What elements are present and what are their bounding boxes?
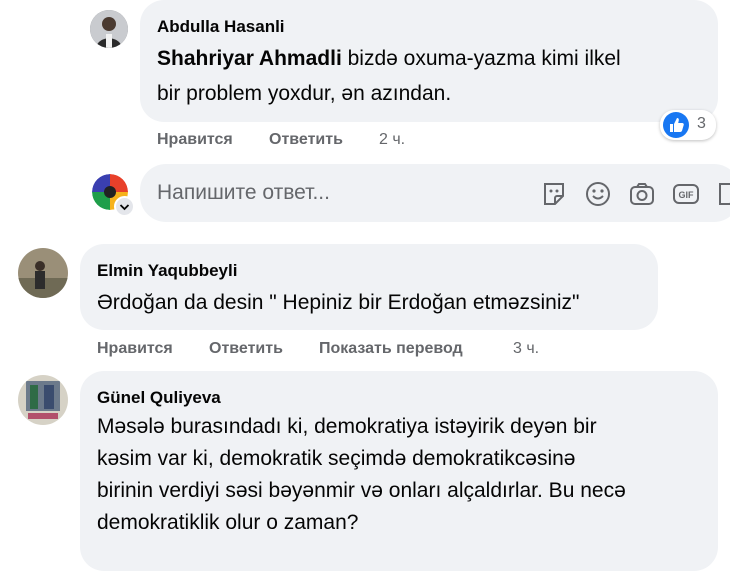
thumbs-up-icon (663, 112, 689, 138)
like-link[interactable]: Нравится (157, 131, 233, 149)
sticker-icon[interactable] (540, 180, 568, 208)
comment-text: Shahriyar Ahmadli bizdə oxuma-yazma kimi… (157, 41, 717, 111)
comment-text: Ərdoğan da desin " Hepiniz bir Erdoğan e… (97, 291, 580, 314)
reply-link[interactable]: Ответить (209, 340, 283, 358)
comment-text-line: bir problem yoxdur, ən azından. (157, 82, 452, 105)
account-switch-chevron-icon[interactable] (114, 196, 135, 217)
person-photo-icon (90, 10, 128, 48)
reply-link[interactable]: Ответить (269, 131, 343, 149)
like-link[interactable]: Нравится (97, 340, 173, 358)
reaction-count: 3 (697, 115, 706, 132)
translate-link[interactable]: Показать перевод (319, 340, 463, 358)
comment-text: Məsələ burasındadı ki, demokratiya istəy… (97, 411, 717, 539)
comment-text-line: birinin verdiyi səsi bəyənmir və onları … (97, 479, 626, 502)
comment-text-line: demokratiklik olur o zaman? (97, 511, 359, 534)
svg-text:GIF: GIF (679, 190, 695, 200)
avatar-abdulla-hasanli[interactable] (90, 10, 128, 48)
comment-text-line: Məsələ burasındadı ki, demokratiya istəy… (97, 415, 597, 438)
comment-text-line: kəsim var ki, demokratik seçimdə demokra… (97, 447, 576, 470)
comment-author[interactable]: Günel Quliyeva (97, 388, 221, 408)
avatar-gunel-quliyeva[interactable] (18, 375, 68, 425)
mention-link[interactable]: Shahriyar Ahmadli (157, 47, 342, 70)
comment-actions: Нравится Ответить Показать перевод 3 ч. (97, 340, 597, 360)
camera-icon[interactable] (628, 180, 656, 208)
timestamp[interactable]: 2 ч. (379, 131, 405, 149)
comment-author[interactable]: Abdulla Hasanli (157, 17, 285, 37)
comment-actions: Нравится Ответить 2 ч. (157, 131, 457, 151)
reaction-count-badge[interactable]: 3 (660, 110, 716, 140)
person-photo-icon (18, 375, 68, 425)
avatar-elmin-yaqubbeyli[interactable] (18, 248, 68, 298)
reply-placeholder: Напишите ответ... (157, 181, 330, 204)
comment-text-line: bizdə oxuma-yazma kimi ilkel (341, 47, 621, 70)
timestamp[interactable]: 3 ч. (513, 340, 539, 358)
gif-icon[interactable]: GIF (672, 180, 700, 208)
person-photo-icon (18, 248, 68, 298)
sticker-smile-icon[interactable] (716, 180, 730, 208)
emoji-icon[interactable] (584, 180, 612, 208)
comment-author[interactable]: Elmin Yaqubbeyli (97, 261, 237, 281)
